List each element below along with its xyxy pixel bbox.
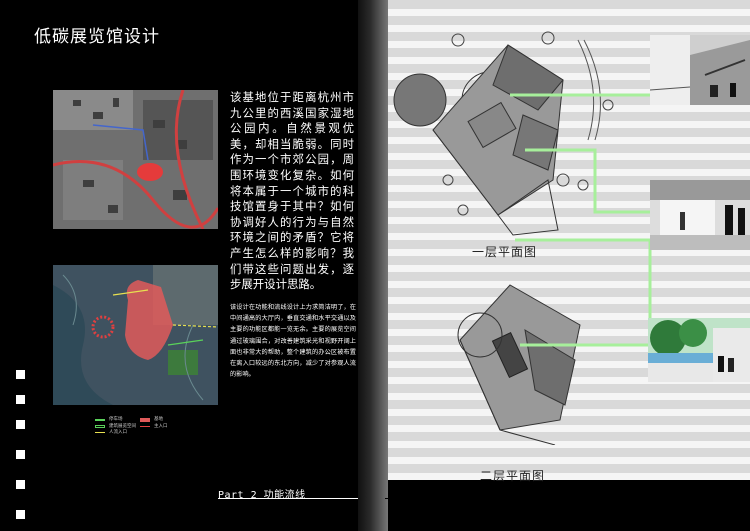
map-legend: 停车场 建筑展览空间 人流入口 基地 主入口 bbox=[95, 417, 205, 440]
footer-rule-right bbox=[385, 498, 625, 499]
decor-square bbox=[16, 395, 25, 404]
decor-square bbox=[16, 510, 25, 519]
render-interior-atrium bbox=[650, 35, 750, 105]
footer-english-title: Architecture function and stream line bbox=[395, 486, 607, 497]
decor-square-dark bbox=[638, 510, 648, 520]
decor-square-dark bbox=[686, 510, 696, 520]
footer-rule-left bbox=[218, 498, 358, 499]
legend-label-site: 基地 bbox=[154, 417, 163, 422]
decor-square-dark bbox=[734, 510, 744, 520]
legend-label-parking: 停车场 bbox=[109, 417, 123, 422]
decor-square-dark bbox=[662, 510, 672, 520]
render-lakeside-walk bbox=[648, 318, 750, 382]
page-title: 低碳展览馆设计 bbox=[34, 27, 160, 47]
legend-swatch-exhibit bbox=[95, 425, 105, 428]
intro-paragraph: 该基地位于距离杭州市九公里的西溪国家湿地公园内。自然景观优美，却相当脆弱。同时作… bbox=[230, 90, 354, 292]
render-exhibition-hall bbox=[650, 180, 750, 250]
legend-swatch-main-entrance bbox=[140, 426, 150, 427]
decor-square bbox=[16, 420, 25, 429]
legend-swatch-parking bbox=[95, 419, 105, 421]
decor-square-dark bbox=[710, 510, 720, 520]
decor-square-dark bbox=[590, 510, 600, 520]
decor-square bbox=[16, 370, 25, 379]
aerial-photo-flow bbox=[53, 265, 218, 405]
legend-swatch-entrance bbox=[95, 432, 105, 433]
decor-square-dark bbox=[614, 510, 624, 520]
design-paragraph: 该设计在功能和流线设计上力求简洁明了，在中间通高的大厅内，垂直交通和水平交通以及… bbox=[230, 304, 356, 379]
decor-square bbox=[16, 450, 25, 459]
legend-label-main-entrance: 主入口 bbox=[154, 424, 168, 429]
legend-label-entrance: 人流入口 bbox=[109, 430, 127, 435]
aerial-photo-site bbox=[53, 90, 218, 229]
legend-swatch-site bbox=[140, 418, 150, 422]
decor-square bbox=[16, 480, 25, 489]
